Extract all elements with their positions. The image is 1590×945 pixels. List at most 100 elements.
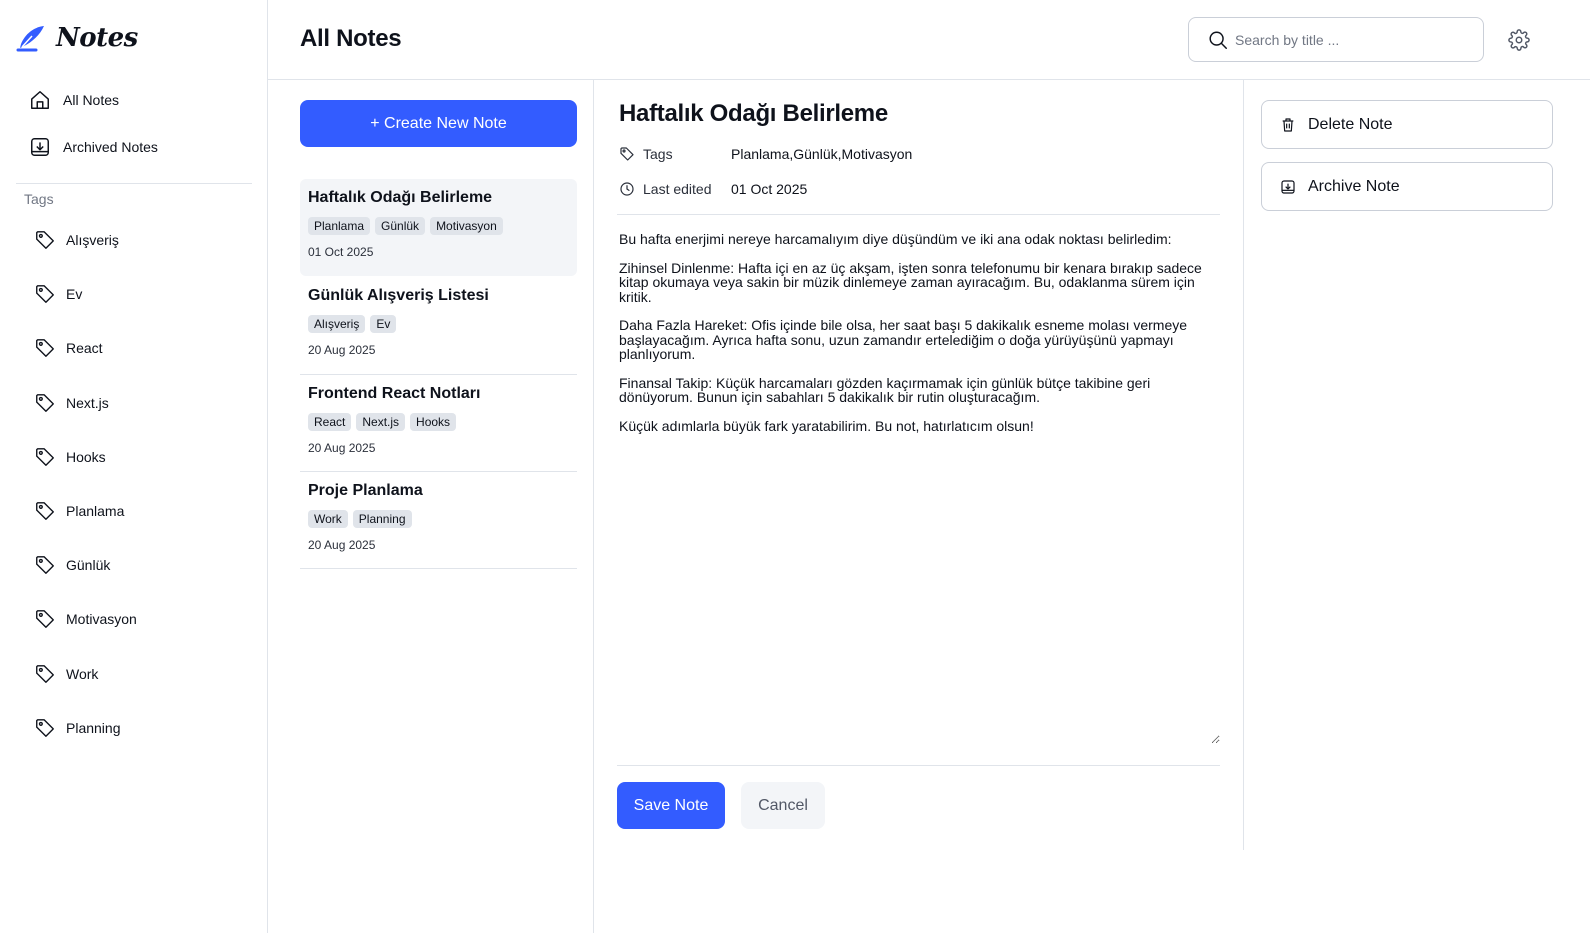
tag-icon (36, 718, 54, 737)
tag-label: Next.js (66, 394, 109, 411)
main-nav: All Notes Archived Notes (16, 80, 252, 174)
note-tag-badge: Planning (352, 509, 412, 528)
divider (617, 214, 1220, 215)
tag-label: Günlük (66, 557, 111, 574)
note-tags: React Next.js Hooks (308, 412, 569, 431)
tag-icon (620, 147, 634, 161)
note-tag-badge: Motivasyon (430, 217, 503, 235)
nav-item-label: All Notes (63, 92, 120, 108)
tag-icon (36, 285, 54, 304)
sidebar-tag-alisveris[interactable]: Alışveriş (24, 218, 252, 262)
save-note-button[interactable]: Save Note (617, 782, 725, 829)
note-tag-badge: Günlük (375, 217, 426, 235)
note-date: 20 Aug 2025 (308, 343, 376, 358)
logo-text: Notes (56, 23, 138, 53)
tag-icon (36, 556, 54, 575)
tags-row: Tags Planlama,Günlük,Motivasyon (619, 146, 912, 162)
last-edited-label: Last edited (643, 181, 712, 197)
sidebar-tag-planning[interactable]: Planning (24, 706, 252, 750)
create-note-button[interactable]: + Create New Note (300, 100, 577, 147)
note-title: Proje Planlama (308, 481, 423, 499)
archive-icon (31, 138, 49, 156)
feather-logo-icon (16, 26, 44, 52)
note-tag-badge: Next.js (356, 412, 406, 431)
delete-note-button[interactable]: Delete Note (1261, 100, 1553, 149)
note-title: Günlük Alışveriş Listesi (308, 287, 489, 305)
tag-label: Motivasyon (66, 611, 137, 628)
tags-heading: Tags (24, 191, 54, 207)
note-tag-badge: React (308, 412, 352, 431)
note-tag-badge: Planlama (308, 217, 371, 235)
nav-item-all-notes[interactable]: All Notes (16, 80, 252, 120)
home-icon (31, 91, 49, 109)
note-date: 01 Oct 2025 (308, 245, 374, 259)
divider (16, 183, 252, 184)
sidebar: Notes All Notes Archived Notes Tags Alış… (0, 0, 268, 933)
note-tag-badge: Ev (370, 315, 397, 334)
last-edited-meta-label: Last edited (619, 181, 731, 197)
note-tag-badge: Hooks (410, 412, 457, 431)
sidebar-tag-work[interactable]: Work (24, 652, 252, 696)
tags-value-field[interactable]: Planlama,Günlük,Motivasyon (731, 146, 912, 162)
tag-label: Planning (66, 719, 121, 736)
tag-icon (36, 231, 54, 249)
search-icon (1209, 30, 1227, 49)
page-title: All Notes (300, 25, 402, 52)
archive-icon (1281, 179, 1295, 194)
note-editor: Haftalık Odağı Belirleme Tags Planlama,G… (594, 80, 1244, 850)
sidebar-tag-motivasyon[interactable]: Motivasyon (24, 597, 252, 641)
note-title: Haftalık Odağı Belirleme (308, 189, 493, 206)
settings-button[interactable] (1505, 26, 1533, 54)
sidebar-tag-react[interactable]: React (24, 326, 252, 370)
clock-icon (620, 182, 634, 196)
sidebar-tag-hooks[interactable]: Hooks (24, 435, 252, 479)
tags-meta-label: Tags (619, 146, 731, 162)
last-edited-value: 01 Oct 2025 (731, 181, 808, 197)
tag-icon (36, 664, 54, 683)
sidebar-tag-planlama[interactable]: Planlama (24, 489, 252, 533)
note-title-field[interactable]: Haftalık Odağı Belirleme (619, 100, 888, 128)
sidebar-tag-nextjs[interactable]: Next.js (24, 381, 252, 425)
tag-label: Planlama (66, 502, 125, 519)
note-tags: Planlama Günlük Motivasyon (308, 217, 569, 235)
delete-note-label: Delete Note (1308, 115, 1393, 133)
note-card[interactable]: Proje Planlama Work Planning 20 Aug 2025 (300, 472, 577, 570)
note-title: Frontend React Notları (308, 384, 481, 402)
gear-icon (1508, 29, 1530, 51)
note-date: 20 Aug 2025 (308, 440, 376, 455)
note-card[interactable]: Frontend React Notları React Next.js Hoo… (300, 375, 577, 472)
tag-icon (36, 610, 54, 629)
app-logo[interactable]: Notes (16, 22, 138, 54)
tag-icon (36, 339, 54, 358)
tag-icon (36, 502, 54, 520)
nav-item-label: Archived Notes (63, 139, 158, 155)
notes-list-column: + Create New Note Haftalık Odağı Belirle… (268, 80, 594, 933)
note-tags: Alışveriş Ev (308, 315, 569, 334)
sidebar-tag-gunluk[interactable]: Günlük (24, 543, 252, 587)
note-card[interactable]: Günlük Alışveriş Listesi Alışveriş Ev 20… (300, 277, 577, 375)
last-edited-row: Last edited 01 Oct 2025 (619, 181, 807, 197)
note-tag-badge: Work (308, 509, 348, 528)
note-body-textarea[interactable]: Bu hafta enerjimi nereye harcamalıyım di… (617, 228, 1220, 744)
archive-note-button[interactable]: Archive Note (1261, 162, 1553, 211)
tag-label: Ev (66, 286, 83, 303)
search-input[interactable] (1235, 31, 1475, 48)
cancel-button[interactable]: Cancel (741, 782, 825, 829)
trash-icon (1282, 117, 1294, 132)
note-actions: Delete Note Archive Note (1261, 100, 1553, 224)
note-card[interactable]: Haftalık Odağı Belirleme Planlama Günlük… (300, 179, 577, 277)
tag-label: React (66, 340, 103, 357)
divider (617, 765, 1220, 766)
nav-item-archived-notes[interactable]: Archived Notes (16, 127, 252, 167)
archive-note-label: Archive Note (1308, 177, 1400, 195)
tag-icon (36, 393, 54, 412)
sidebar-tag-ev[interactable]: Ev (24, 272, 252, 316)
top-header: All Notes (268, 0, 1590, 80)
tag-label: Alışveriş (66, 232, 119, 248)
note-tag-badge: Alışveriş (308, 315, 366, 334)
tag-list: Alışveriş Ev React Next.js Hooks Planlam… (24, 218, 252, 760)
tag-icon (36, 447, 54, 466)
search-box[interactable] (1188, 17, 1484, 62)
tags-label: Tags (643, 146, 673, 162)
tag-label: Work (66, 665, 99, 682)
